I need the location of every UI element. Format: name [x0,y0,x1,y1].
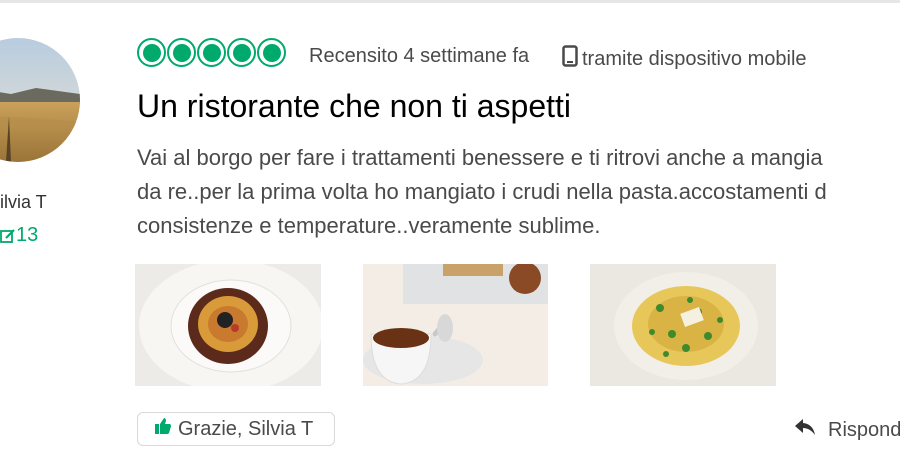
contributions-count: 13 [0,224,38,247]
rating-bubble-icon [137,38,166,67]
rating-bubbles [137,38,286,67]
reply-button[interactable]: Rispond [794,418,900,442]
review-body-line: consistenze e temperature..veramente sub… [137,213,601,238]
device-indicator: tramite dispositivo mobile [562,45,807,73]
rating-bubble-icon [257,38,286,67]
rating-bubble-icon [227,38,256,67]
reply-arrow-icon [794,418,816,442]
top-divider [0,0,900,3]
reviewer-name[interactable]: ilvia T [0,192,60,213]
review-body: Vai al borgo per fare i trattamenti bene… [137,141,900,243]
review-body-line: Vai al borgo per fare i trattamenti bene… [137,145,823,170]
review-date: Recensito 4 settimane fa [309,45,530,67]
rating-bubble-icon [167,38,196,67]
review-photo-coffee[interactable] [363,264,548,386]
thumbs-up-icon [154,417,172,441]
thanks-button[interactable]: Grazie, Silvia T [137,412,335,446]
mobile-phone-icon [562,45,578,73]
pencil-edit-icon [0,228,16,244]
rating-bubble-icon [197,38,226,67]
review-photo-pasta[interactable] [135,264,321,386]
review-title[interactable]: Un ristorante che non ti aspetti [137,88,571,125]
review-body-line: da re..per la prima volta ho mangiato i … [137,179,827,204]
review-photo-risotto[interactable] [590,264,776,386]
reviewer-avatar[interactable] [0,38,80,162]
